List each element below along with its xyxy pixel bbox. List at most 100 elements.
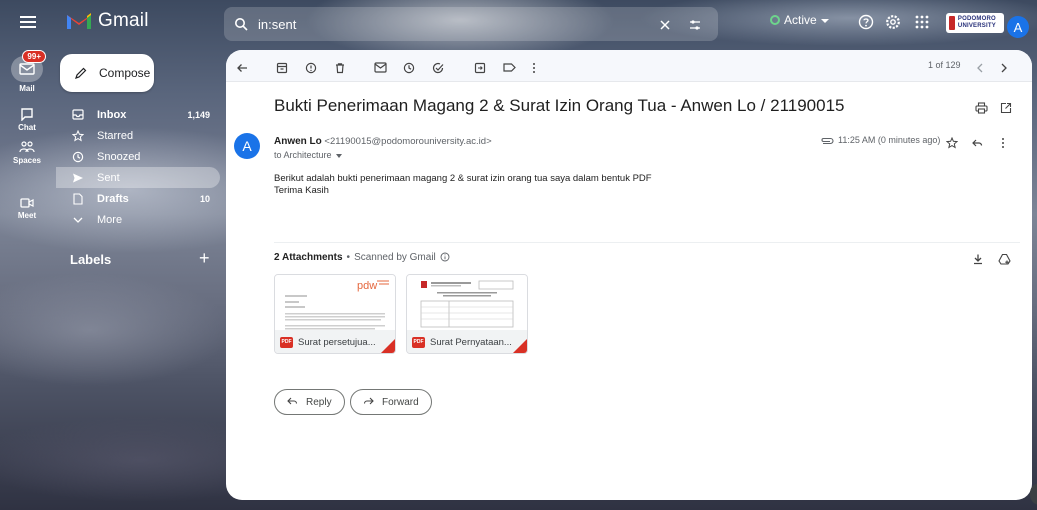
timestamp: 11:25 AM (0 minutes ago) <box>838 135 941 145</box>
nav-item-starred[interactable]: Starred <box>56 125 220 146</box>
more-options-icon[interactable] <box>531 59 537 77</box>
account-avatar[interactable]: A <box>1007 16 1029 38</box>
message-more-icon[interactable] <box>1000 134 1006 152</box>
sender-email: <21190015@podomorouniversity.ac.id> <box>324 136 492 147</box>
forward-button[interactable]: Forward <box>350 389 432 415</box>
status-label: Active <box>784 13 817 27</box>
meet-video-icon <box>20 198 34 208</box>
chat-icon <box>20 108 34 121</box>
mark-unread-icon[interactable] <box>374 59 387 77</box>
drafts-count: 10 <box>199 193 210 204</box>
pdf-corner-fold <box>381 339 395 353</box>
message-time: 11:25 AM (0 minutes ago) <box>820 135 940 145</box>
rail-label-spaces: Spaces <box>12 156 42 165</box>
nav-label-sent: Sent <box>97 171 120 184</box>
rail-item-mail[interactable]: 99+ Mail <box>0 50 54 93</box>
newer-chevron-icon[interactable] <box>976 59 984 77</box>
add-to-drive-icon[interactable] <box>998 250 1011 268</box>
compose-label: Compose <box>99 66 151 80</box>
add-label-button[interactable]: + <box>199 249 210 267</box>
sender-avatar[interactable]: A <box>234 133 260 159</box>
rail-item-chat[interactable]: Chat <box>0 107 54 132</box>
organization-logo[interactable]: PODOMORO UNIVERSITY <box>946 13 1004 33</box>
status-selector[interactable]: Active <box>770 13 829 27</box>
top-bar: Gmail Active PODOMORO UNIVERSITY <box>0 0 1037 44</box>
pdw-logo-text: pdw <box>357 280 377 292</box>
forward-icon <box>363 397 374 408</box>
rail-item-meet[interactable]: Meet <box>0 197 54 220</box>
message-panel: 1 of 129 Bukti Penerimaan Magang 2 & Sur… <box>226 50 1032 500</box>
report-spam-icon[interactable] <box>305 59 317 77</box>
search-input[interactable] <box>258 16 638 32</box>
download-all-icon[interactable] <box>972 250 984 268</box>
attachment-footer: PDF Surat Pernyataan... <box>407 330 527 353</box>
mail-icon: 99+ <box>11 50 46 82</box>
attachment-preview <box>407 275 527 330</box>
nav-item-snoozed[interactable]: Snoozed <box>56 146 220 167</box>
send-icon <box>70 172 86 184</box>
rail-label-chat: Chat <box>18 123 36 132</box>
help-icon[interactable] <box>858 13 874 31</box>
apps-grid-icon[interactable] <box>914 13 930 31</box>
label-tag-icon[interactable] <box>503 59 516 77</box>
attachment-card[interactable]: PDF Surat Pernyataan... <box>406 274 528 354</box>
labels-heading: Labels <box>70 252 112 267</box>
search-icon[interactable] <box>234 15 248 33</box>
attachment-preview: pdw <box>275 275 395 330</box>
header-separator: • <box>346 252 351 263</box>
rail-item-spaces[interactable]: Spaces <box>0 140 54 165</box>
open-in-new-window-icon[interactable] <box>1000 99 1012 117</box>
nav-item-drafts[interactable]: Drafts 10 <box>56 188 220 209</box>
older-chevron-icon[interactable] <box>1000 59 1008 77</box>
attachment-name: Surat persetujua... <box>298 336 376 348</box>
rail-label-meet: Meet <box>17 211 37 220</box>
reply-label: Reply <box>306 396 332 408</box>
recipient-line[interactable]: to Architecture <box>274 150 342 160</box>
side-panel-toggle[interactable] <box>1030 483 1037 505</box>
attachments-header: 2 Attachments • Scanned by Gmail <box>274 252 450 263</box>
spaces-icon <box>19 141 35 153</box>
print-icon[interactable] <box>975 99 988 117</box>
attachments-divider <box>274 242 1020 243</box>
star-icon <box>70 129 86 142</box>
snooze-clock-icon[interactable] <box>403 59 415 77</box>
move-to-icon[interactable] <box>474 59 486 77</box>
chevron-down-icon <box>70 217 86 223</box>
archive-icon[interactable] <box>276 59 288 77</box>
back-arrow-icon[interactable] <box>236 59 248 77</box>
clear-search-icon[interactable] <box>658 16 672 34</box>
pdf-corner-fold <box>513 339 527 353</box>
email-body: Berikut adalah bukti penerimaan magang 2… <box>274 173 652 197</box>
star-outline-icon[interactable] <box>946 134 958 152</box>
nav-item-more[interactable]: More <box>56 209 220 230</box>
mail-unread-badge: 99+ <box>22 50 46 63</box>
search-options-icon[interactable] <box>688 16 702 34</box>
inbox-icon <box>70 109 86 120</box>
pdf-file-icon: PDF <box>412 336 425 348</box>
pdf-file-icon: PDF <box>280 336 293 348</box>
nav-item-sent[interactable]: Sent <box>56 167 220 188</box>
attachment-card[interactable]: pdw PDF Surat persetujua... <box>274 274 396 354</box>
compose-button[interactable]: Compose <box>60 54 154 92</box>
rail-label-mail: Mail <box>19 84 35 93</box>
sender-line: Anwen Lo <21190015@podomorouniversity.ac… <box>274 136 492 147</box>
info-icon[interactable] <box>440 252 450 263</box>
sender-name[interactable]: Anwen Lo <box>274 136 322 147</box>
attachment-clip-icon <box>820 135 834 145</box>
chevron-down-icon <box>820 13 829 27</box>
delete-trash-icon[interactable] <box>334 59 346 77</box>
scan-status: Scanned by Gmail <box>354 252 436 263</box>
nav-label-drafts: Drafts <box>97 192 129 205</box>
nav-label-more: More <box>97 213 123 226</box>
draft-file-icon <box>70 192 86 205</box>
gmail-logo[interactable]: Gmail <box>66 10 149 32</box>
settings-gear-icon[interactable] <box>885 13 901 31</box>
add-task-icon[interactable] <box>432 59 444 77</box>
reply-button[interactable]: Reply <box>274 389 345 415</box>
body-line: Terima Kasih <box>274 185 329 196</box>
main-menu-icon[interactable] <box>18 13 38 31</box>
nav-item-inbox[interactable]: Inbox 1,149 <box>56 104 220 125</box>
forward-label: Forward <box>382 396 419 408</box>
chevron-down-icon <box>335 150 342 160</box>
reply-arrow-icon[interactable] <box>971 134 983 152</box>
